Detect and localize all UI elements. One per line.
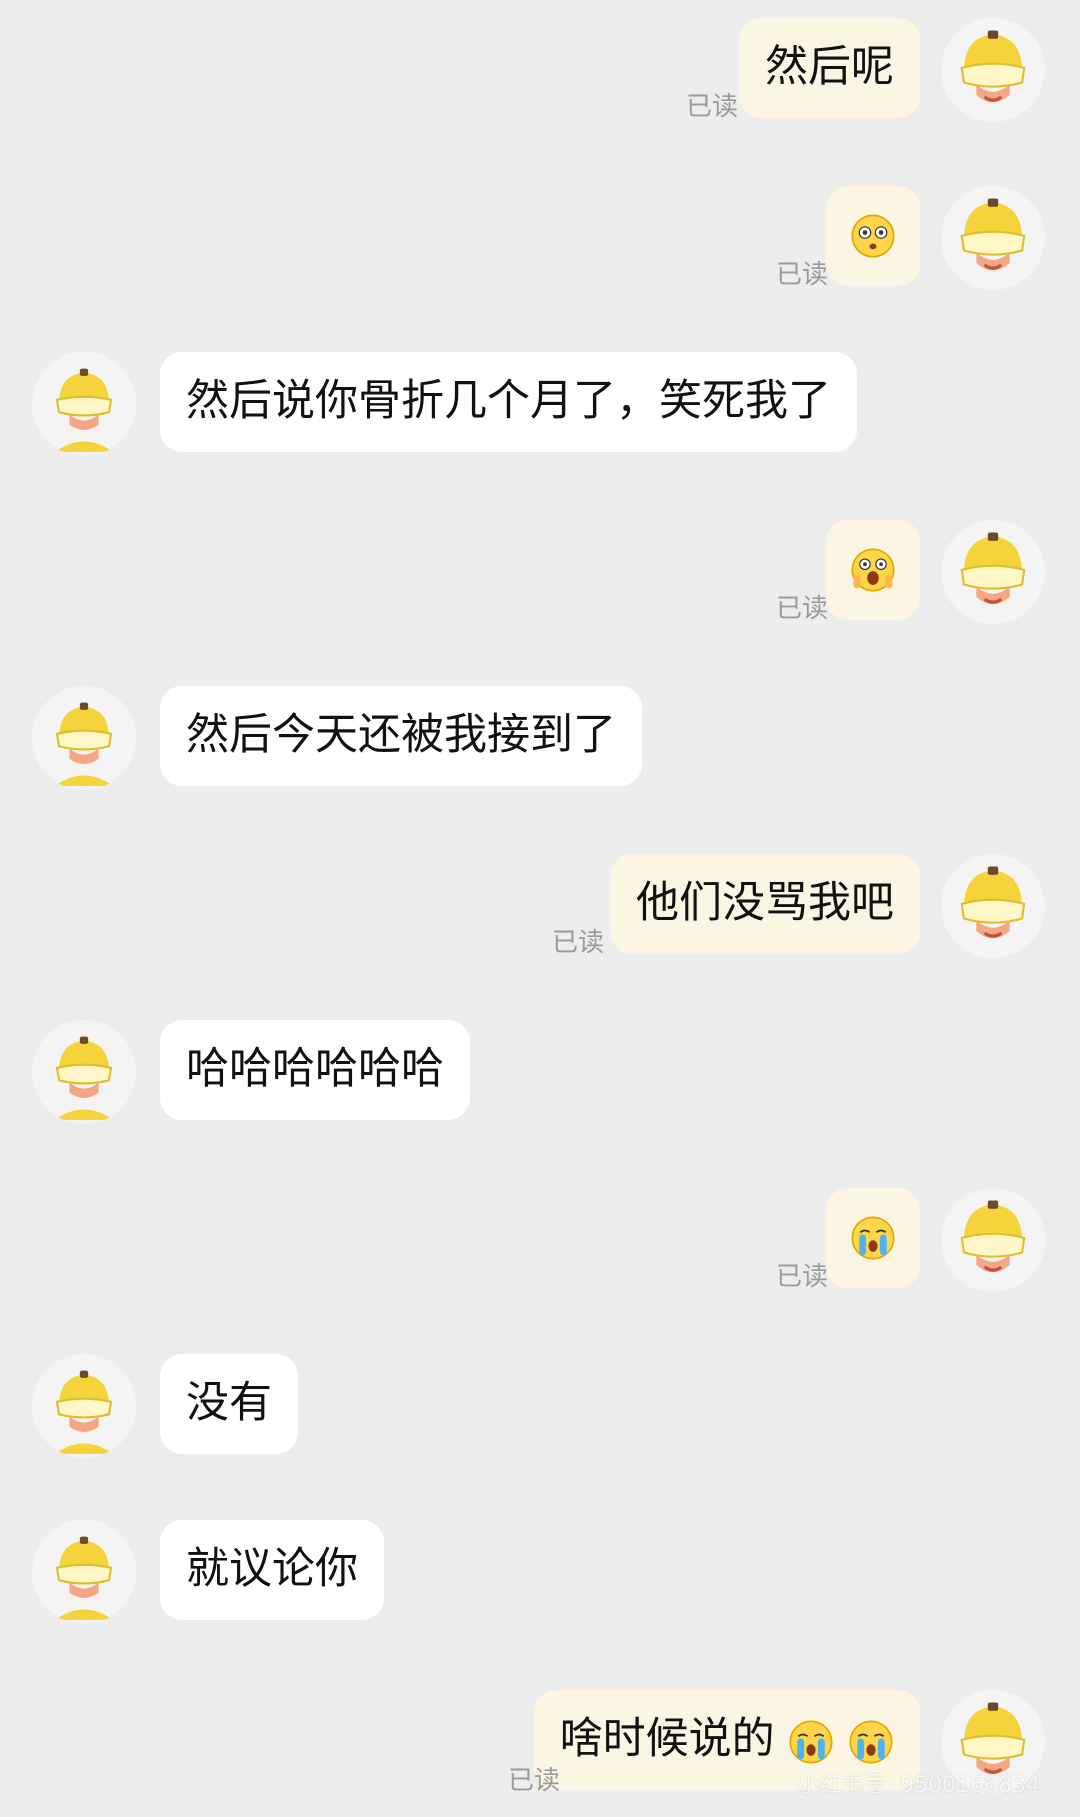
emoji-bubble[interactable]: [826, 186, 920, 286]
read-receipt: 已读: [551, 928, 604, 958]
message-bubble[interactable]: 然后说你骨折几个月了，笑死我了: [160, 352, 857, 452]
message-text: 就议论你: [186, 1544, 358, 1594]
courier-helmet-icon: [941, 1188, 1045, 1292]
crying-face-icon: [849, 1719, 893, 1764]
courier-helmet-icon: [941, 186, 1045, 290]
avatar[interactable]: [32, 1354, 136, 1458]
avatar[interactable]: [32, 1520, 136, 1624]
read-receipt: 已读: [775, 1262, 828, 1292]
read-receipt: 已读: [685, 92, 738, 122]
read-receipt: 已读: [775, 594, 828, 624]
courier-helmet-icon: [32, 686, 136, 790]
message-bubble[interactable]: 他们没骂我吧: [610, 854, 920, 954]
message-bubble[interactable]: 然后呢: [739, 18, 920, 118]
message-text: 然后说你骨折几个月了，笑死我了: [186, 376, 831, 426]
courier-helmet-icon: [941, 520, 1045, 624]
emoji-bubble[interactable]: [826, 520, 920, 620]
courier-helmet-icon: [32, 1520, 136, 1624]
message-bubble[interactable]: 哈哈哈哈哈哈: [160, 1020, 470, 1120]
message-text: 没有: [186, 1378, 272, 1428]
avatar[interactable]: [941, 18, 1045, 122]
courier-helmet-icon: [32, 352, 136, 456]
message-text: 然后今天还被我接到了: [186, 710, 616, 760]
crying-face-icon: [789, 1719, 833, 1764]
avatar[interactable]: [941, 186, 1045, 290]
message-text: 他们没骂我吧: [636, 878, 894, 928]
avatar[interactable]: [32, 352, 136, 456]
emoji-bubble[interactable]: [826, 1188, 920, 1288]
message-text: 然后呢: [765, 42, 894, 92]
crying-face-icon: [851, 1216, 895, 1260]
courier-helmet-icon: [941, 854, 1045, 958]
message-text: 啥时候说的: [559, 1714, 775, 1764]
watermark: 小红书号: 9500166834: [797, 1773, 1040, 1798]
message-bubble[interactable]: 就议论你: [160, 1520, 384, 1620]
courier-helmet-icon: [32, 1020, 136, 1124]
avatar[interactable]: [32, 1020, 136, 1124]
avatar[interactable]: [32, 686, 136, 790]
courier-helmet-icon: [941, 18, 1045, 122]
message-bubble[interactable]: 然后今天还被我接到了: [160, 686, 642, 786]
message-bubble[interactable]: 没有: [160, 1354, 298, 1454]
avatar[interactable]: [941, 854, 1045, 958]
shocked-face-icon: [851, 214, 895, 258]
avatar[interactable]: [941, 520, 1045, 624]
avatar[interactable]: [941, 1188, 1045, 1292]
courier-helmet-icon: [32, 1354, 136, 1458]
screaming-face-icon: [851, 548, 895, 592]
read-receipt: 已读: [507, 1766, 560, 1796]
read-receipt: 已读: [775, 260, 828, 290]
message-text: 哈哈哈哈哈哈: [186, 1044, 444, 1094]
